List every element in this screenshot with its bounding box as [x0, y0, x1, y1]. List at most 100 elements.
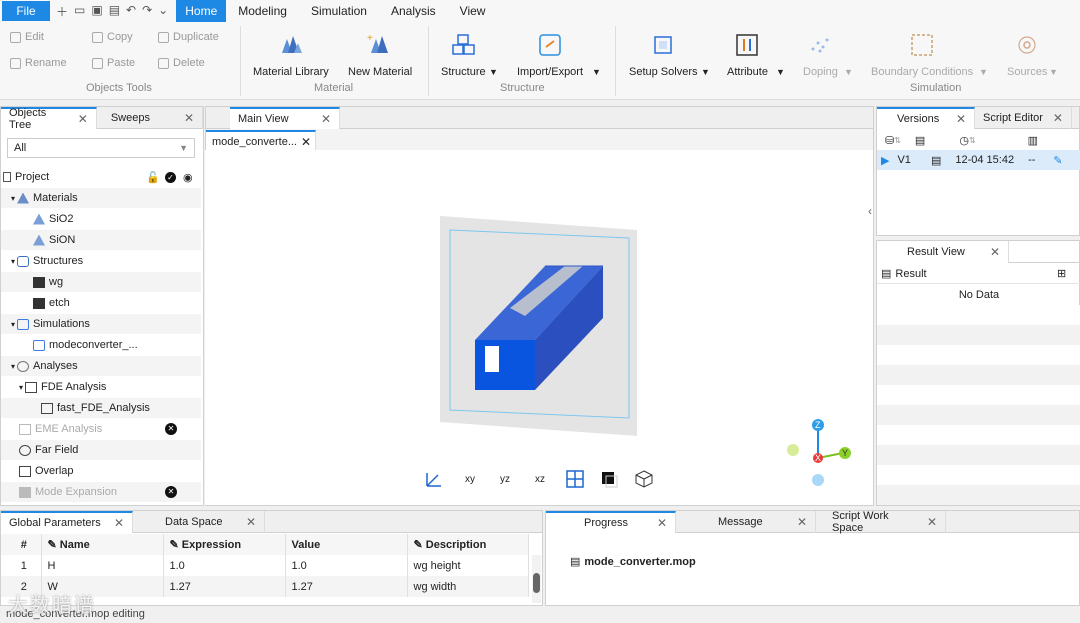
cell-description[interactable]: wg width — [407, 576, 529, 597]
new-material-button[interactable]: + New Material — [348, 32, 412, 78]
file-menu[interactable]: File — [2, 1, 50, 21]
tree-item-materials[interactable]: ▾ Materials — [1, 188, 201, 208]
tree-item-wg[interactable]: wg — [1, 272, 201, 292]
sources-button[interactable]: Sources — [1007, 32, 1047, 78]
wireframe-cube-icon[interactable] — [631, 466, 657, 492]
3d-viewport[interactable]: Z Y X ‹ — [205, 150, 873, 505]
paste-button[interactable]: Paste — [92, 57, 135, 69]
close-icon[interactable]: ✕ — [246, 515, 256, 529]
save-icon[interactable]: ▣ — [91, 3, 102, 20]
close-icon[interactable]: ✕ — [184, 111, 194, 125]
tab-versions[interactable]: Versions ✕ — [877, 107, 975, 129]
eye-icon[interactable]: ◉ — [183, 171, 193, 184]
clock-icon[interactable]: ◷ — [959, 134, 969, 147]
tab-script-work-space[interactable]: Script Work Space ✕ — [816, 510, 946, 534]
undo-icon[interactable]: ↶ — [126, 3, 136, 20]
expand-icon[interactable]: ▾ — [11, 257, 15, 266]
cell-description[interactable]: wg height — [407, 555, 529, 576]
tree-item-overlap[interactable]: Overlap — [1, 461, 201, 481]
expand-icon[interactable]: ▾ — [19, 383, 23, 392]
vertical-scrollbar[interactable] — [532, 555, 541, 603]
details-column-icon[interactable]: ▥ — [1028, 134, 1038, 147]
version-column-icon[interactable]: ⛁ — [885, 134, 894, 147]
boundary-conditions-button[interactable]: Boundary Conditions — [871, 32, 973, 78]
tab-data-space[interactable]: Data Space ✕ — [133, 511, 265, 533]
close-icon[interactable]: ✕ — [1053, 111, 1063, 125]
close-icon[interactable]: ✕ — [657, 516, 667, 530]
tab-sweeps[interactable]: Sweeps ✕ — [97, 107, 203, 129]
close-icon[interactable]: ✕ — [927, 515, 937, 529]
attribute-button[interactable]: Attribute — [727, 32, 768, 78]
close-icon[interactable]: ✕ — [78, 112, 88, 126]
open-folder-icon[interactable]: ▭ — [74, 3, 85, 20]
tab-script-editor[interactable]: Script Editor ✕ — [975, 107, 1072, 129]
version-row[interactable]: ▶ V1 ▤ 12-04 15:42 -- ✎ — [877, 150, 1080, 170]
close-icon[interactable]: ✕ — [956, 112, 966, 126]
expand-icon[interactable]: ▾ — [11, 320, 15, 329]
tab-objects-tree[interactable]: Objects Tree ✕ — [1, 107, 97, 131]
tree-item-analyses[interactable]: ▾ Analyses — [1, 356, 201, 376]
duplicate-button[interactable]: Duplicate — [158, 31, 219, 43]
cell-expression[interactable]: 1.0 — [163, 555, 286, 576]
tab-message[interactable]: Message ✕ — [676, 511, 816, 533]
tree-item-structures[interactable]: ▾ Structures — [1, 251, 201, 271]
scrollbar-thumb[interactable] — [533, 573, 540, 593]
tree-item-eme-analysis[interactable]: EME Analysis ✕ — [1, 419, 201, 439]
add-icon[interactable]: ⊞ — [1057, 267, 1066, 280]
cell-expression[interactable]: 1.27 — [163, 576, 286, 597]
close-icon[interactable]: ✕ — [797, 515, 807, 529]
disabled-x-icon[interactable]: ✕ — [165, 423, 177, 435]
setup-solvers-dropdown-icon[interactable]: ▼ — [701, 67, 710, 77]
progress-file-item[interactable]: ▤ mode_converter.mop — [570, 555, 696, 569]
expand-icon[interactable]: ▾ — [11, 362, 15, 371]
tree-item-simulations[interactable]: ▾ Simulations — [1, 314, 201, 334]
edit-icon[interactable]: ✎ — [1053, 154, 1062, 167]
sort-icon[interactable]: ⇅ — [894, 136, 901, 145]
disabled-x-icon[interactable]: ✕ — [165, 486, 177, 498]
tab-analysis[interactable]: Analysis — [379, 0, 448, 22]
tab-view[interactable]: View — [448, 0, 498, 22]
sources-dropdown-icon[interactable]: ▼ — [1049, 67, 1058, 77]
filter-select[interactable]: All ▼ — [7, 138, 195, 158]
close-icon[interactable]: ✕ — [321, 112, 331, 126]
copy-button[interactable]: Copy — [92, 31, 133, 43]
structure-button[interactable]: Structure — [441, 32, 486, 78]
close-icon[interactable]: ✕ — [301, 135, 311, 149]
tree-item-fde-analysis[interactable]: ▾ FDE Analysis — [1, 377, 201, 397]
notes-column-icon[interactable]: ▤ — [915, 134, 925, 147]
tab-home[interactable]: Home — [176, 0, 227, 22]
play-icon[interactable]: ▶ — [881, 154, 889, 167]
doping-dropdown-icon[interactable]: ▼ — [844, 67, 853, 77]
table-row[interactable]: 1 H 1.0 1.0 wg height — [1, 555, 529, 576]
setup-solvers-button[interactable]: Setup Solvers — [629, 32, 697, 78]
view-xz-button[interactable]: xz — [527, 466, 553, 492]
delete-button[interactable]: Delete — [158, 57, 205, 69]
structure-dropdown-icon[interactable]: ▼ — [489, 67, 498, 77]
tree-item-modeconverter[interactable]: modeconverter_... — [1, 335, 201, 355]
sort-icon[interactable]: ⇅ — [969, 136, 976, 145]
tree-item-mode-expansion[interactable]: Mode Expansion ✕ — [1, 482, 201, 502]
tab-main-view[interactable]: Main View ✕ — [230, 107, 340, 129]
tree-item-fast-fde[interactable]: fast_FDE_Analysis — [1, 398, 201, 418]
axis-gizmo[interactable]: Z Y X — [783, 418, 853, 488]
import-export-dropdown-icon[interactable]: ▼ — [592, 67, 601, 77]
view-xy-button[interactable]: xy — [457, 466, 483, 492]
tree-item-far-field[interactable]: Far Field — [1, 440, 201, 460]
chevron-down-icon[interactable]: ⌄ — [158, 3, 168, 20]
tab-progress[interactable]: Progress ✕ — [546, 511, 676, 533]
col-name[interactable]: ✎ Name — [41, 534, 164, 555]
col-description[interactable]: ✎ Description — [407, 534, 529, 555]
tree-item-sio2[interactable]: SiO2 — [1, 209, 201, 229]
view-yz-button[interactable]: yz — [492, 466, 518, 492]
rename-button[interactable]: Rename — [10, 57, 67, 69]
save-as-icon[interactable]: ▤ — [109, 3, 120, 20]
tab-global-parameters[interactable]: Global Parameters ✕ — [1, 511, 133, 533]
close-icon[interactable]: ✕ — [990, 245, 1000, 259]
import-export-button[interactable]: Import/Export — [517, 32, 583, 78]
solid-view-icon[interactable] — [596, 466, 622, 492]
close-icon[interactable]: ✕ — [114, 516, 124, 530]
tab-simulation[interactable]: Simulation — [299, 0, 379, 22]
tab-result-view[interactable]: Result View ✕ — [877, 241, 1009, 263]
collapse-right-icon[interactable]: ‹ — [868, 204, 872, 218]
col-value[interactable]: Value — [285, 534, 408, 555]
